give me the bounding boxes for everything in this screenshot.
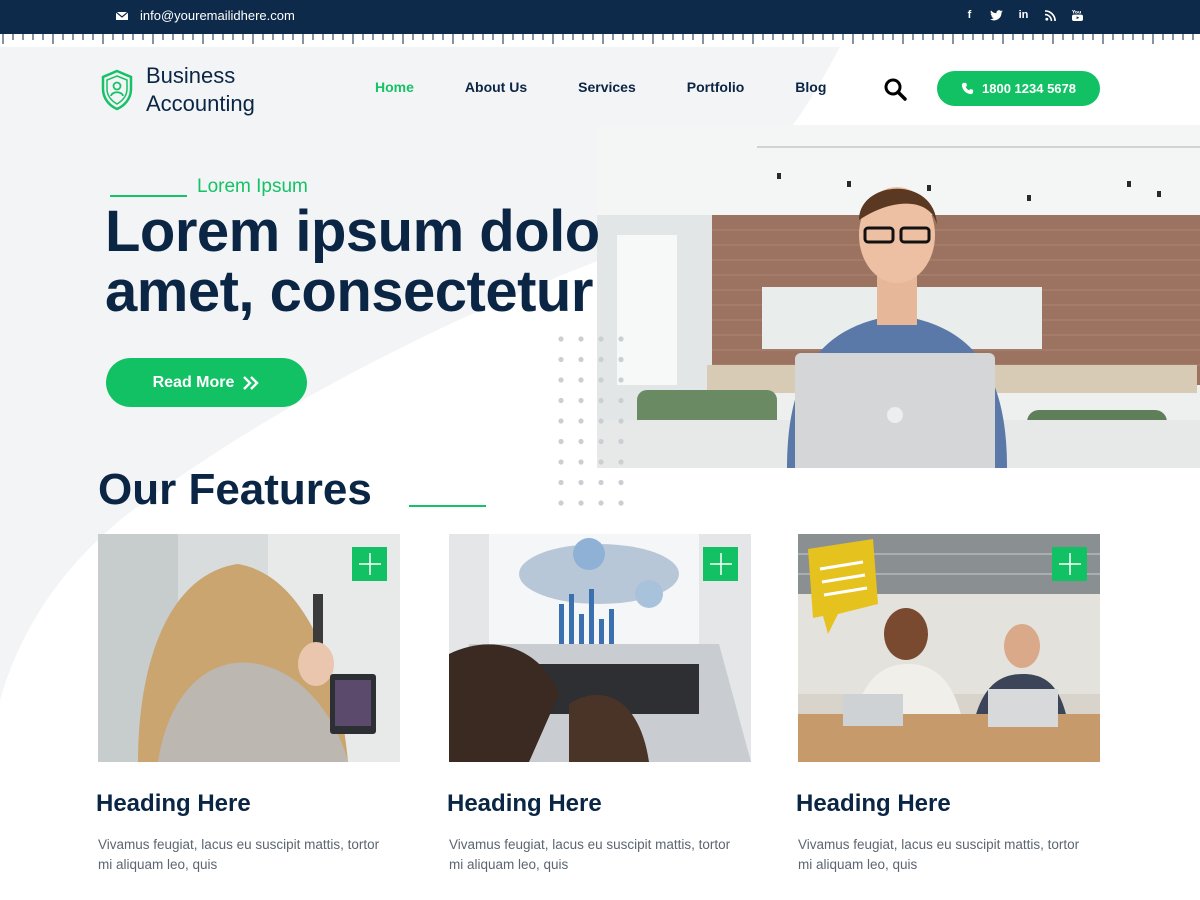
expand-plus-button-3[interactable] — [1052, 547, 1087, 581]
hero-title-line-1: Lorem ipsum dolo — [105, 199, 600, 264]
facebook-icon[interactable]: f — [963, 8, 976, 22]
rss-icon[interactable] — [1044, 8, 1057, 22]
brand-line-2: Accounting — [146, 91, 255, 116]
social-links: f in You — [963, 8, 1084, 22]
logo[interactable]: Business Accounting — [100, 62, 255, 118]
email-contact[interactable]: info@youremailidhere.com — [116, 8, 295, 23]
double-chevron-right-icon — [243, 375, 260, 390]
top-bar: info@youremailidhere.com f in You — [0, 0, 1200, 33]
feature-photo-2 — [449, 534, 751, 762]
feature-heading-2: Heading Here — [447, 790, 602, 817]
eyebrow-text: Lorem Ipsum — [197, 176, 308, 197]
feature-photo-3 — [798, 534, 1100, 762]
twitter-icon[interactable] — [990, 8, 1003, 22]
feature-card-3[interactable]: Heading Here Vivamus feugiat, lacus eu s… — [796, 534, 1100, 872]
nav-blog[interactable]: Blog — [795, 79, 826, 95]
feature-card-1[interactable]: Heading Here Vivamus feugiat, lacus eu s… — [96, 534, 400, 872]
brand-line-1: Business — [146, 63, 236, 88]
nav-home[interactable]: Home — [375, 79, 414, 95]
feature-text-2: Vivamus feugiat, lacus eu suscipit matti… — [449, 837, 731, 872]
phone-button[interactable]: 1800 1234 5678 — [937, 71, 1100, 106]
feature-text-3: Vivamus feugiat, lacus eu suscipit matti… — [798, 837, 1080, 872]
plus-icon — [358, 553, 381, 575]
plus-icon — [1058, 553, 1081, 575]
feature-text-1: Vivamus feugiat, lacus eu suscipit matti… — [98, 837, 380, 872]
phone-number: 1800 1234 5678 — [982, 81, 1076, 96]
feature-heading-3: Heading Here — [796, 790, 951, 817]
read-more-button[interactable]: Read More — [106, 358, 307, 407]
expand-plus-button-1[interactable] — [352, 547, 387, 581]
plus-icon — [709, 553, 732, 575]
hero-title-line-2: amet, consectetur — [105, 259, 593, 324]
features-title: Our Features — [98, 465, 372, 514]
linkedin-icon[interactable]: in — [1017, 8, 1030, 22]
nav-services[interactable]: Services — [578, 79, 636, 95]
brand-name: Business Accounting — [146, 62, 255, 118]
eyebrow-line — [110, 195, 187, 197]
hero-eyebrow: Lorem Ipsum — [110, 176, 308, 198]
shield-user-icon — [101, 69, 133, 111]
feature-card-2[interactable]: Heading Here Vivamus feugiat, lacus eu s… — [447, 534, 751, 872]
email-text: info@youremailidhere.com — [140, 8, 295, 23]
features-title-line — [409, 505, 486, 507]
dot-grid-decoration — [558, 336, 624, 506]
main-nav: Home About Us Services Portfolio Blog — [375, 79, 877, 95]
phone-icon — [961, 82, 974, 95]
youtube-icon[interactable]: You — [1071, 8, 1084, 22]
feature-photo-1 — [98, 534, 400, 762]
feature-heading-1: Heading Here — [96, 790, 251, 817]
search-icon[interactable] — [883, 77, 907, 101]
ruler-decoration — [0, 33, 1200, 44]
expand-plus-button-2[interactable] — [703, 547, 738, 581]
envelope-icon — [116, 11, 128, 20]
nav-portfolio[interactable]: Portfolio — [687, 79, 745, 95]
hero-title: Lorem ipsum dolo amet, consectetur — [105, 202, 705, 322]
nav-about-us[interactable]: About Us — [465, 79, 527, 95]
read-more-label: Read More — [152, 373, 235, 391]
